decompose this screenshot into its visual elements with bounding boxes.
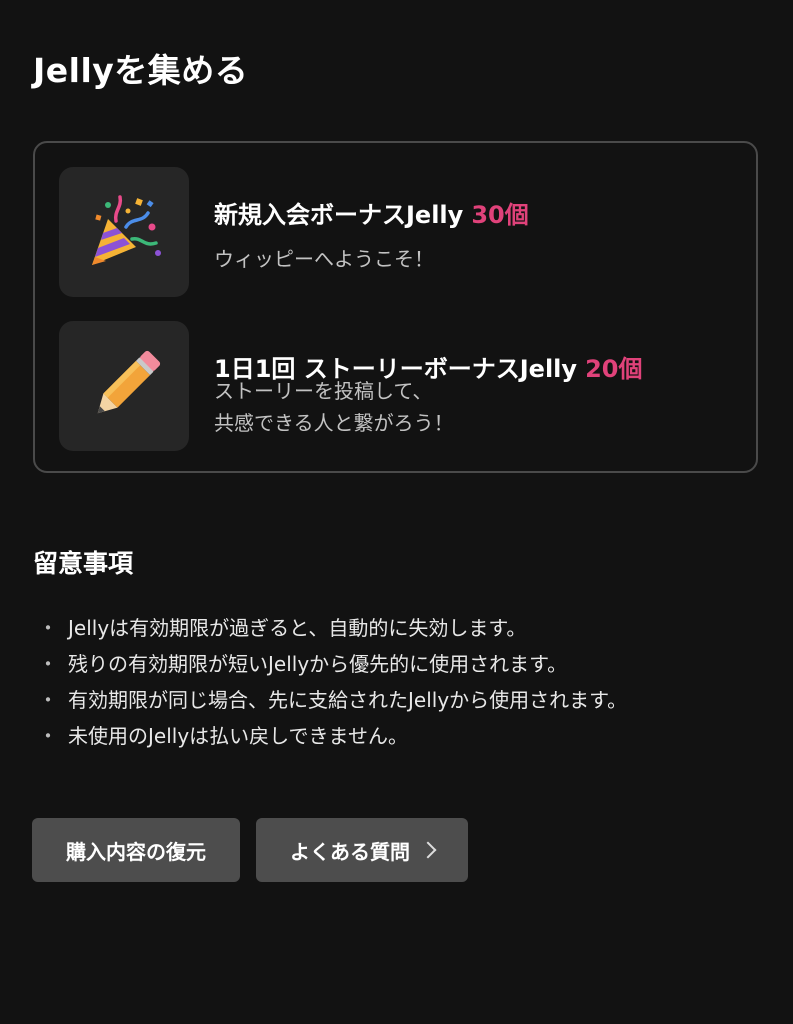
list-item: ・ Jellyは有効期限が過ぎると、自動的に失効します。	[38, 610, 627, 646]
bonus-description-line: ウィッピーへようこそ！	[214, 247, 434, 271]
restore-purchases-label: 購入内容の復元	[66, 839, 206, 864]
pencil-icon	[97, 350, 161, 414]
bonus-title: 新規入会ボーナスJelly 30個	[214, 201, 529, 229]
bonus-item-welcome: 新規入会ボーナスJelly 30個 ウィッピーへようこそ！	[59, 167, 739, 297]
bullet: ・	[38, 652, 58, 676]
faq-button[interactable]: よくある質問	[256, 818, 468, 882]
bonus-description-line: 共感できる人と繋がろう！	[214, 411, 454, 435]
bullet: ・	[38, 724, 58, 748]
bonus-description: ウィッピーへようこそ！	[214, 243, 434, 275]
note-text: 未使用のJellyは払い戻しできません。	[68, 724, 408, 748]
note-text: Jellyは有効期限が過ぎると、自動的に失効します。	[68, 616, 527, 640]
bonus-item-story: 1日1回 ストーリーボーナスJelly 20個 ストーリーを投稿して、 共感できる…	[59, 321, 739, 451]
bullet: ・	[38, 688, 58, 712]
restore-purchases-button[interactable]: 購入内容の復元	[32, 818, 240, 882]
bonus-description: ストーリーを投稿して、 共感できる人と繋がろう！	[214, 375, 454, 439]
note-text: 残りの有効期限が短いJellyから優先的に使用されます。	[68, 652, 568, 676]
note-text: 有効期限が同じ場合、先に支給されたJellyから使用されます。	[68, 688, 628, 712]
list-item: ・残りの有効期限が短いJellyから優先的に使用されます。	[38, 646, 627, 682]
notes-list: ・ Jellyは有効期限が過ぎると、自動的に失効します。 ・残りの有効期限が短いJ…	[38, 610, 627, 754]
list-item: ・未使用のJellyは払い戻しできません。	[38, 718, 627, 754]
chevron-right-icon	[419, 841, 437, 859]
bonus-amount: 20個	[585, 355, 643, 383]
bonus-amount: 30個	[471, 201, 529, 229]
bullet: ・	[38, 616, 58, 640]
list-item: ・有効期限が同じ場合、先に支給されたJellyから使用されます。	[38, 682, 627, 718]
bonus-description-line: ストーリーを投稿して、	[214, 379, 433, 403]
faq-label: よくある質問	[290, 839, 410, 864]
bonus-card: 新規入会ボーナスJelly 30個 ウィッピーへようこそ！ 1日1回 ストーリーボ…	[33, 141, 758, 473]
party-popper-icon	[92, 195, 161, 265]
notes-title: 留意事項	[33, 549, 134, 578]
icon-box	[59, 321, 189, 451]
page-title: Jellyを集める	[33, 51, 249, 90]
icon-box	[59, 167, 189, 297]
